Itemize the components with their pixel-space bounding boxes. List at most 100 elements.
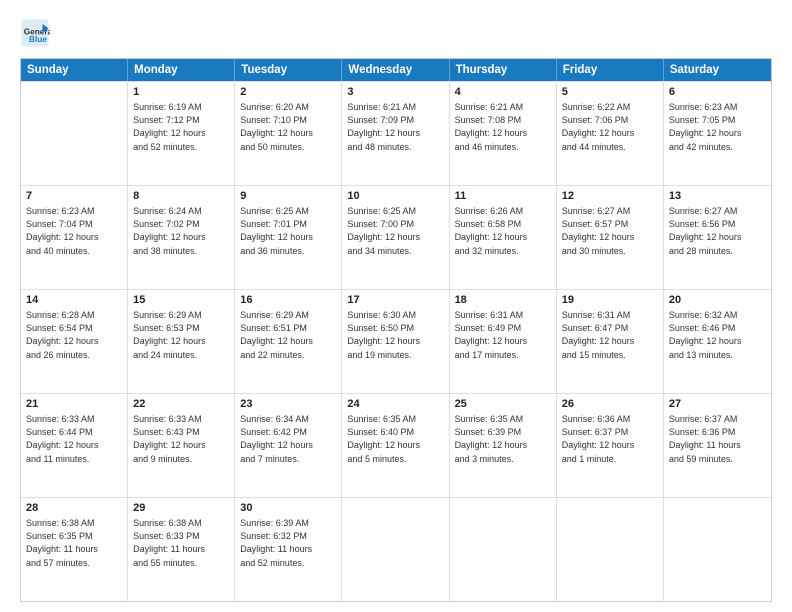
day-cell-18: 18Sunrise: 6:31 AMSunset: 6:49 PMDayligh… bbox=[450, 290, 557, 393]
empty-cell bbox=[557, 498, 664, 601]
day-cell-6: 6Sunrise: 6:23 AMSunset: 7:05 PMDaylight… bbox=[664, 82, 771, 185]
day-info: Sunrise: 6:33 AMSunset: 6:44 PMDaylight:… bbox=[26, 413, 122, 465]
day-header-wednesday: Wednesday bbox=[342, 59, 449, 81]
day-cell-9: 9Sunrise: 6:25 AMSunset: 7:01 PMDaylight… bbox=[235, 186, 342, 289]
week-row-3: 21Sunrise: 6:33 AMSunset: 6:44 PMDayligh… bbox=[21, 393, 771, 497]
day-cell-5: 5Sunrise: 6:22 AMSunset: 7:06 PMDaylight… bbox=[557, 82, 664, 185]
day-cell-8: 8Sunrise: 6:24 AMSunset: 7:02 PMDaylight… bbox=[128, 186, 235, 289]
day-info: Sunrise: 6:21 AMSunset: 7:08 PMDaylight:… bbox=[455, 101, 551, 153]
day-cell-13: 13Sunrise: 6:27 AMSunset: 6:56 PMDayligh… bbox=[664, 186, 771, 289]
day-cell-3: 3Sunrise: 6:21 AMSunset: 7:09 PMDaylight… bbox=[342, 82, 449, 185]
day-cell-22: 22Sunrise: 6:33 AMSunset: 6:43 PMDayligh… bbox=[128, 394, 235, 497]
day-cell-2: 2Sunrise: 6:20 AMSunset: 7:10 PMDaylight… bbox=[235, 82, 342, 185]
day-number: 1 bbox=[133, 85, 229, 100]
day-number: 19 bbox=[562, 293, 658, 308]
day-info: Sunrise: 6:23 AMSunset: 7:05 PMDaylight:… bbox=[669, 101, 766, 153]
day-number: 8 bbox=[133, 189, 229, 204]
day-header-sunday: Sunday bbox=[21, 59, 128, 81]
day-info: Sunrise: 6:29 AMSunset: 6:51 PMDaylight:… bbox=[240, 309, 336, 361]
day-info: Sunrise: 6:31 AMSunset: 6:47 PMDaylight:… bbox=[562, 309, 658, 361]
week-row-4: 28Sunrise: 6:38 AMSunset: 6:35 PMDayligh… bbox=[21, 497, 771, 601]
day-cell-29: 29Sunrise: 6:38 AMSunset: 6:33 PMDayligh… bbox=[128, 498, 235, 601]
day-header-monday: Monday bbox=[128, 59, 235, 81]
day-cell-16: 16Sunrise: 6:29 AMSunset: 6:51 PMDayligh… bbox=[235, 290, 342, 393]
day-info: Sunrise: 6:22 AMSunset: 7:06 PMDaylight:… bbox=[562, 101, 658, 153]
day-info: Sunrise: 6:21 AMSunset: 7:09 PMDaylight:… bbox=[347, 101, 443, 153]
day-number: 10 bbox=[347, 189, 443, 204]
day-number: 22 bbox=[133, 397, 229, 412]
day-number: 17 bbox=[347, 293, 443, 308]
day-number: 7 bbox=[26, 189, 122, 204]
day-info: Sunrise: 6:25 AMSunset: 7:01 PMDaylight:… bbox=[240, 205, 336, 257]
day-info: Sunrise: 6:27 AMSunset: 6:56 PMDaylight:… bbox=[669, 205, 766, 257]
day-number: 12 bbox=[562, 189, 658, 204]
day-info: Sunrise: 6:25 AMSunset: 7:00 PMDaylight:… bbox=[347, 205, 443, 257]
week-row-0: 1Sunrise: 6:19 AMSunset: 7:12 PMDaylight… bbox=[21, 81, 771, 185]
day-cell-20: 20Sunrise: 6:32 AMSunset: 6:46 PMDayligh… bbox=[664, 290, 771, 393]
day-cell-7: 7Sunrise: 6:23 AMSunset: 7:04 PMDaylight… bbox=[21, 186, 128, 289]
day-cell-14: 14Sunrise: 6:28 AMSunset: 6:54 PMDayligh… bbox=[21, 290, 128, 393]
logo: General Blue bbox=[20, 18, 50, 48]
day-number: 29 bbox=[133, 501, 229, 516]
day-number: 11 bbox=[455, 189, 551, 204]
day-cell-26: 26Sunrise: 6:36 AMSunset: 6:37 PMDayligh… bbox=[557, 394, 664, 497]
day-number: 25 bbox=[455, 397, 551, 412]
day-header-tuesday: Tuesday bbox=[235, 59, 342, 81]
day-header-friday: Friday bbox=[557, 59, 664, 81]
day-info: Sunrise: 6:26 AMSunset: 6:58 PMDaylight:… bbox=[455, 205, 551, 257]
week-row-2: 14Sunrise: 6:28 AMSunset: 6:54 PMDayligh… bbox=[21, 289, 771, 393]
day-cell-11: 11Sunrise: 6:26 AMSunset: 6:58 PMDayligh… bbox=[450, 186, 557, 289]
day-cell-27: 27Sunrise: 6:37 AMSunset: 6:36 PMDayligh… bbox=[664, 394, 771, 497]
day-info: Sunrise: 6:23 AMSunset: 7:04 PMDaylight:… bbox=[26, 205, 122, 257]
day-number: 27 bbox=[669, 397, 766, 412]
calendar-header: SundayMondayTuesdayWednesdayThursdayFrid… bbox=[21, 59, 771, 81]
day-info: Sunrise: 6:31 AMSunset: 6:49 PMDaylight:… bbox=[455, 309, 551, 361]
page-header: General Blue bbox=[20, 18, 772, 48]
day-info: Sunrise: 6:36 AMSunset: 6:37 PMDaylight:… bbox=[562, 413, 658, 465]
day-info: Sunrise: 6:28 AMSunset: 6:54 PMDaylight:… bbox=[26, 309, 122, 361]
day-header-saturday: Saturday bbox=[664, 59, 771, 81]
day-info: Sunrise: 6:37 AMSunset: 6:36 PMDaylight:… bbox=[669, 413, 766, 465]
day-info: Sunrise: 6:38 AMSunset: 6:35 PMDaylight:… bbox=[26, 517, 122, 569]
day-number: 6 bbox=[669, 85, 766, 100]
day-number: 26 bbox=[562, 397, 658, 412]
day-cell-4: 4Sunrise: 6:21 AMSunset: 7:08 PMDaylight… bbox=[450, 82, 557, 185]
day-info: Sunrise: 6:33 AMSunset: 6:43 PMDaylight:… bbox=[133, 413, 229, 465]
day-info: Sunrise: 6:30 AMSunset: 6:50 PMDaylight:… bbox=[347, 309, 443, 361]
day-cell-30: 30Sunrise: 6:39 AMSunset: 6:32 PMDayligh… bbox=[235, 498, 342, 601]
calendar: SundayMondayTuesdayWednesdayThursdayFrid… bbox=[20, 58, 772, 602]
empty-cell bbox=[664, 498, 771, 601]
day-number: 23 bbox=[240, 397, 336, 412]
day-info: Sunrise: 6:35 AMSunset: 6:39 PMDaylight:… bbox=[455, 413, 551, 465]
day-cell-19: 19Sunrise: 6:31 AMSunset: 6:47 PMDayligh… bbox=[557, 290, 664, 393]
day-number: 21 bbox=[26, 397, 122, 412]
day-cell-21: 21Sunrise: 6:33 AMSunset: 6:44 PMDayligh… bbox=[21, 394, 128, 497]
day-cell-10: 10Sunrise: 6:25 AMSunset: 7:00 PMDayligh… bbox=[342, 186, 449, 289]
day-number: 4 bbox=[455, 85, 551, 100]
day-number: 14 bbox=[26, 293, 122, 308]
logo-icon: General Blue bbox=[20, 18, 50, 48]
day-info: Sunrise: 6:32 AMSunset: 6:46 PMDaylight:… bbox=[669, 309, 766, 361]
day-header-thursday: Thursday bbox=[450, 59, 557, 81]
day-number: 20 bbox=[669, 293, 766, 308]
day-number: 3 bbox=[347, 85, 443, 100]
svg-text:Blue: Blue bbox=[29, 35, 47, 44]
day-info: Sunrise: 6:19 AMSunset: 7:12 PMDaylight:… bbox=[133, 101, 229, 153]
empty-cell bbox=[21, 82, 128, 185]
day-info: Sunrise: 6:34 AMSunset: 6:42 PMDaylight:… bbox=[240, 413, 336, 465]
empty-cell bbox=[342, 498, 449, 601]
day-cell-1: 1Sunrise: 6:19 AMSunset: 7:12 PMDaylight… bbox=[128, 82, 235, 185]
day-info: Sunrise: 6:20 AMSunset: 7:10 PMDaylight:… bbox=[240, 101, 336, 153]
empty-cell bbox=[450, 498, 557, 601]
day-cell-28: 28Sunrise: 6:38 AMSunset: 6:35 PMDayligh… bbox=[21, 498, 128, 601]
day-cell-24: 24Sunrise: 6:35 AMSunset: 6:40 PMDayligh… bbox=[342, 394, 449, 497]
day-number: 5 bbox=[562, 85, 658, 100]
day-cell-12: 12Sunrise: 6:27 AMSunset: 6:57 PMDayligh… bbox=[557, 186, 664, 289]
day-cell-23: 23Sunrise: 6:34 AMSunset: 6:42 PMDayligh… bbox=[235, 394, 342, 497]
calendar-body: 1Sunrise: 6:19 AMSunset: 7:12 PMDaylight… bbox=[21, 81, 771, 601]
day-number: 18 bbox=[455, 293, 551, 308]
week-row-1: 7Sunrise: 6:23 AMSunset: 7:04 PMDaylight… bbox=[21, 185, 771, 289]
day-number: 15 bbox=[133, 293, 229, 308]
day-info: Sunrise: 6:39 AMSunset: 6:32 PMDaylight:… bbox=[240, 517, 336, 569]
day-number: 13 bbox=[669, 189, 766, 204]
